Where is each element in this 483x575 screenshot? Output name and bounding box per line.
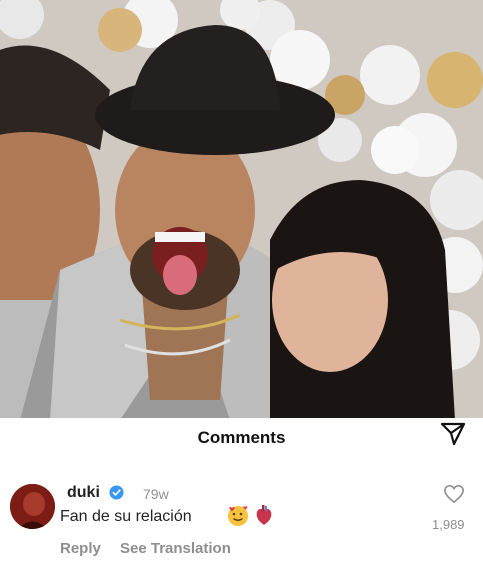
reply-button[interactable]: Reply: [60, 540, 101, 557]
anatomical-heart-emoji: [256, 505, 272, 525]
send-icon[interactable]: [440, 421, 466, 447]
verified-badge-icon: [109, 485, 124, 500]
comment-item: duki 79w Fan de su relación Reply See Tr…: [0, 472, 483, 572]
heart-icon[interactable]: [443, 484, 465, 504]
comments-header: Comments: [0, 418, 483, 456]
comment-text: Fan de su relación: [60, 508, 192, 525]
like-count: 1,989: [432, 517, 465, 532]
comment-timestamp: 79w: [143, 486, 169, 502]
comment-username[interactable]: duki: [67, 484, 100, 502]
smiling-face-with-hearts-emoji: [228, 506, 248, 526]
avatar[interactable]: [10, 484, 55, 529]
post-photo[interactable]: [0, 0, 483, 418]
see-translation-button[interactable]: See Translation: [120, 540, 231, 557]
comments-title: Comments: [197, 428, 286, 447]
